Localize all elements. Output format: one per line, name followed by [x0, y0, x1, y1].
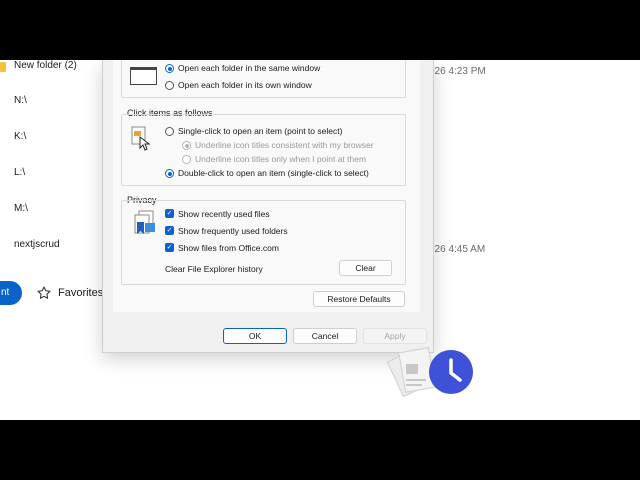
- restore-defaults-button[interactable]: Restore Defaults: [313, 291, 405, 307]
- checkmark-icon[interactable]: ✓: [165, 209, 174, 218]
- office-files-label: Show files from Office.com: [178, 243, 279, 253]
- same-window-radio[interactable]: [165, 64, 174, 73]
- cancel-button[interactable]: Cancel: [293, 328, 357, 344]
- recent-files-option[interactable]: ✓ Show recently used files: [165, 208, 365, 220]
- modified-timestamp: 026 4:45 AM: [429, 244, 486, 255]
- own-window-label: Open each folder in its own window: [178, 80, 312, 90]
- folder-icon: [0, 62, 6, 72]
- underline-consistent-label: Underline icon titles consistent with my…: [195, 140, 374, 150]
- general-tab-panel: Open each folder in the same window Open…: [113, 60, 420, 312]
- recent-documents-illustration: [386, 347, 473, 398]
- double-click-label: Double-click to open an item (single-cli…: [178, 168, 369, 178]
- checkmark-icon[interactable]: ✓: [165, 243, 174, 252]
- clear-button[interactable]: Clear: [339, 260, 392, 276]
- ok-button[interactable]: OK: [223, 328, 287, 344]
- frequent-folders-option[interactable]: ✓ Show frequently used folders: [165, 225, 365, 237]
- folder-window-icon: [130, 67, 157, 85]
- underline-consistent-option[interactable]: Underline icon titles consistent with my…: [182, 139, 402, 151]
- browse-folders-group: Open each folder in the same window Open…: [121, 60, 406, 98]
- underline-point-radio[interactable]: [182, 155, 191, 164]
- privacy-files-icon: [134, 210, 155, 234]
- single-click-radio[interactable]: [165, 127, 174, 136]
- click-items-group: Single-click to open an item (point to s…: [121, 114, 406, 186]
- same-window-option[interactable]: Open each folder in the same window: [165, 62, 395, 74]
- pointer-click-icon: [131, 126, 151, 151]
- clear-history-label: Clear File Explorer history: [165, 264, 263, 274]
- favorites-tab[interactable]: Favorites: [30, 282, 110, 304]
- nav-item-label: New folder (2): [14, 60, 77, 71]
- frequent-folders-label: Show frequently used folders: [178, 226, 288, 236]
- nav-item-n-drive[interactable]: N:\: [14, 95, 27, 106]
- double-click-option[interactable]: Double-click to open an item (single-cli…: [165, 167, 400, 179]
- favorites-label: Favorites: [58, 287, 104, 299]
- underline-consistent-radio[interactable]: [182, 141, 191, 150]
- nav-item-k-drive[interactable]: K:\: [14, 131, 26, 142]
- double-click-radio[interactable]: [165, 169, 174, 178]
- underline-point-option[interactable]: Underline icon titles only when I point …: [182, 153, 402, 165]
- own-window-radio[interactable]: [165, 81, 174, 90]
- nav-item-nextjscrud[interactable]: nextjscrud: [14, 239, 60, 250]
- single-click-label: Single-click to open an item (point to s…: [178, 126, 343, 136]
- recent-files-label: Show recently used files: [178, 209, 270, 219]
- checkmark-icon[interactable]: ✓: [165, 226, 174, 235]
- nav-item-new-folder-2[interactable]: New folder (2): [0, 60, 90, 74]
- new-button[interactable]: nt: [0, 281, 22, 305]
- file-explorer-window: New folder (2) N:\ K:\ L:\ M:\ nextjscru…: [0, 60, 640, 420]
- nav-item-m-drive[interactable]: M:\: [14, 203, 28, 214]
- nav-item-l-drive[interactable]: L:\: [14, 167, 25, 178]
- office-files-option[interactable]: ✓ Show files from Office.com: [165, 242, 365, 254]
- underline-point-label: Underline icon titles only when I point …: [195, 154, 367, 164]
- privacy-group: ✓ Show recently used files ✓ Show freque…: [121, 200, 406, 285]
- modified-timestamp: 026 4:23 PM: [429, 66, 486, 77]
- single-click-option[interactable]: Single-click to open an item (point to s…: [165, 125, 400, 137]
- same-window-label: Open each folder in the same window: [178, 63, 321, 73]
- folder-options-dialog: Open each folder in the same window Open…: [102, 60, 434, 353]
- own-window-option[interactable]: Open each folder in its own window: [165, 79, 395, 91]
- star-icon: [37, 286, 51, 299]
